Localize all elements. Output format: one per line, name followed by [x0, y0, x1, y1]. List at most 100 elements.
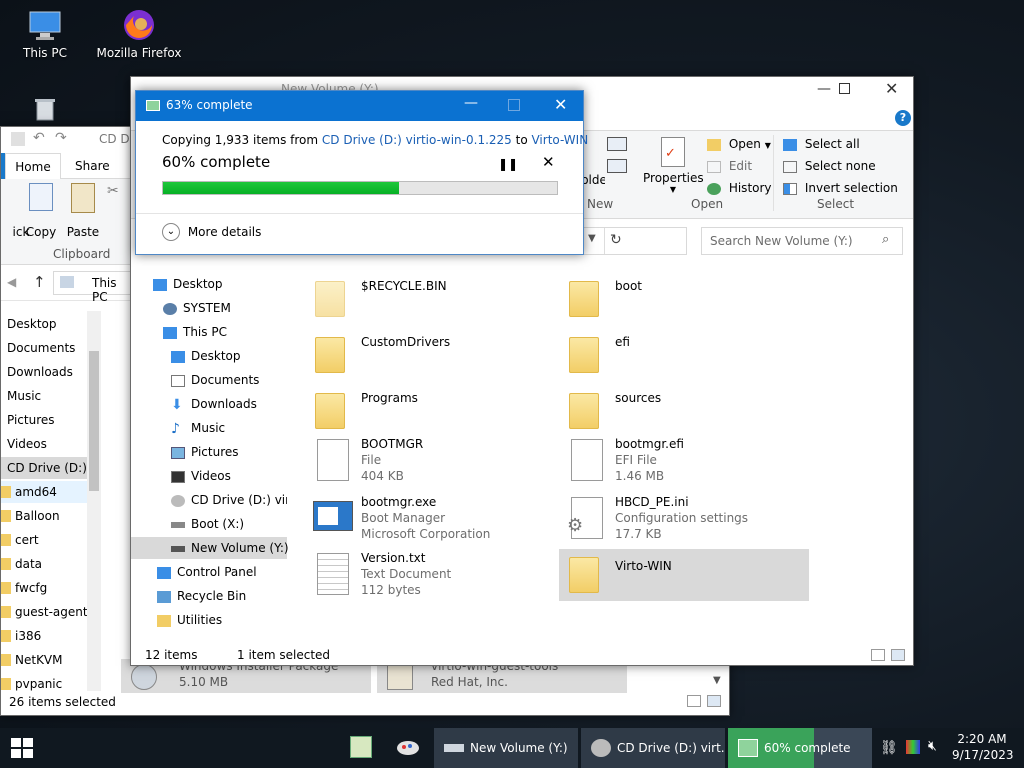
maximize-button[interactable]: [839, 83, 850, 94]
recycle-bin-icon[interactable]: [32, 96, 58, 122]
nav-item-system[interactable]: SYSTEM: [163, 297, 231, 319]
copy-progress-dialog[interactable]: 63% complete — ✕ Copying 1,933 items fro…: [135, 90, 588, 255]
easy-access-icon[interactable]: [607, 159, 627, 173]
nav-item-balloon[interactable]: Balloon: [1, 505, 60, 527]
nav-item-videos[interactable]: Videos: [7, 433, 47, 455]
nav-item-desktop[interactable]: Desktop: [171, 345, 241, 367]
help-icon[interactable]: ?: [895, 110, 911, 126]
search-box[interactable]: Search New Volume (Y:) ⌕: [701, 227, 903, 255]
network-icon[interactable]: ⛓: [880, 740, 898, 756]
nav-item-new-volume[interactable]: New Volume (Y:): [131, 537, 289, 559]
nav-item-pvpanic[interactable]: pvpanic: [1, 673, 62, 691]
paste-button[interactable]: Paste: [65, 183, 101, 239]
nav-item-videos[interactable]: Videos: [171, 465, 231, 487]
new-item-icon[interactable]: [607, 137, 627, 151]
minimize-button[interactable]: —: [817, 81, 831, 97]
nav-item-boot[interactable]: Boot (X:): [171, 513, 244, 535]
file-tile[interactable]: ⚙ HBCD_PE.ini Configuration settings 17.…: [565, 491, 805, 547]
destination-link[interactable]: Virto-WIN: [531, 133, 588, 147]
nav-item-utilities[interactable]: Utilities: [157, 609, 222, 631]
nav-item-control-panel[interactable]: Control Panel: [157, 561, 257, 583]
system-clock[interactable]: 2:20 AM 9/17/2023: [952, 731, 1014, 763]
nav-item-documents[interactable]: Documents: [7, 337, 75, 359]
tab-home[interactable]: Home: [5, 153, 61, 180]
taskbar-button-cd-drive[interactable]: CD Drive (D:) virt...: [581, 728, 725, 768]
nav-item-i386[interactable]: i386: [1, 625, 41, 647]
address-bar[interactable]: This PC: [53, 271, 133, 304]
source-link[interactable]: CD Drive (D:) virtio-win-0.1.225: [322, 133, 512, 147]
nav-item-documents[interactable]: Documents: [171, 369, 259, 391]
cut-icon[interactable]: ✂: [107, 183, 119, 199]
nav-item-desktop[interactable]: Desktop: [7, 313, 57, 335]
file-tile[interactable]: CustomDrivers: [311, 329, 551, 381]
up-arrow-icon[interactable]: ↑: [33, 273, 46, 291]
details-view-icon[interactable]: [687, 695, 701, 707]
undo-icon[interactable]: ↶: [33, 130, 45, 146]
select-none-button[interactable]: Select none: [783, 159, 876, 173]
invert-selection-button[interactable]: Invert selection: [783, 181, 898, 195]
volume-muted-icon[interactable]: 🔇︎: [928, 738, 937, 754]
nav-item-cd-drive[interactable]: CD Drive (D:) v: [1, 457, 98, 479]
back-arrow-icon[interactable]: ◀: [7, 275, 16, 289]
quick-access-icon[interactable]: [11, 132, 25, 146]
search-icon[interactable]: ⌕: [882, 232, 889, 247]
nav-item-desktop-root[interactable]: Desktop: [153, 273, 223, 295]
file-tile-selected[interactable]: Virto-WIN: [559, 549, 809, 601]
copy-button[interactable]: Copy: [23, 183, 59, 239]
nav-scrollbar[interactable]: [87, 311, 101, 691]
cancel-button[interactable]: ✕: [542, 153, 555, 171]
nav-item-netkvm[interactable]: NetKVM: [1, 649, 63, 671]
close-button[interactable]: ✕: [885, 79, 898, 98]
file-tile[interactable]: boot: [565, 273, 805, 325]
properties-button[interactable]: ✓ Properties ▼: [643, 137, 704, 194]
nav-item-downloads[interactable]: Downloads: [7, 361, 73, 383]
select-all-button[interactable]: Select all: [783, 137, 860, 151]
file-tile[interactable]: $RECYCLE.BIN: [311, 273, 551, 325]
nav-item-cert[interactable]: cert: [1, 529, 39, 551]
taskbar-button-new-volume[interactable]: New Volume (Y:): [434, 728, 578, 768]
file-tile[interactable]: Version.txt Text Document 112 bytes: [311, 547, 551, 603]
edit-button[interactable]: Edit: [707, 159, 752, 173]
history-button[interactable]: History: [707, 181, 772, 195]
notepad-taskbar-icon[interactable]: [350, 736, 372, 758]
nav-item-recycle-bin[interactable]: Recycle Bin: [157, 585, 246, 607]
nav-item-data[interactable]: data: [1, 553, 42, 575]
nav-item-cd-drive[interactable]: CD Drive (D:) virtio: [171, 489, 287, 511]
paint-taskbar-icon[interactable]: [396, 738, 422, 758]
close-button[interactable]: ✕: [554, 95, 567, 114]
search-input[interactable]: Search New Volume (Y:): [710, 234, 853, 248]
nav-item-pictures[interactable]: Pictures: [7, 409, 55, 431]
tiles-view-icon[interactable]: [891, 649, 905, 661]
nav-item-fwcfg[interactable]: fwcfg: [1, 577, 47, 599]
tiles-view-icon[interactable]: [707, 695, 721, 707]
nav-item-music[interactable]: ♪ Music: [171, 417, 225, 439]
redo-icon[interactable]: ↷: [55, 130, 67, 146]
file-tile[interactable]: BOOTMGR File 404 KB: [311, 433, 551, 489]
file-tile[interactable]: bootmgr.exe Boot Manager Microsoft Corpo…: [311, 491, 551, 547]
more-details-toggle[interactable]: ⌄ More details: [162, 223, 261, 241]
taskbar-button-copy-progress[interactable]: 60% complete: [728, 728, 872, 768]
pause-button[interactable]: ❚❚: [498, 157, 518, 171]
nav-item-this-pc[interactable]: This PC: [163, 321, 227, 343]
nav-item-music[interactable]: Music: [7, 385, 41, 407]
tab-share[interactable]: Share: [75, 153, 110, 179]
desktop-icon-firefox[interactable]: Mozilla Firefox: [94, 8, 184, 60]
file-tile[interactable]: efi: [565, 329, 805, 381]
start-button[interactable]: [10, 737, 34, 759]
open-button[interactable]: Open ▼: [707, 137, 771, 151]
address-dropdown-icon[interactable]: ▼: [588, 233, 596, 244]
refresh-icon[interactable]: ↻: [610, 232, 622, 248]
file-tile[interactable]: sources: [565, 385, 805, 437]
display-icon[interactable]: [906, 740, 920, 754]
nav-item-guest-agent[interactable]: guest-agent: [1, 601, 88, 623]
nav-item-pictures[interactable]: Pictures: [171, 441, 239, 463]
nav-item-amd64[interactable]: amd64: [1, 481, 87, 503]
desktop-icon-this-pc[interactable]: This PC: [0, 8, 90, 60]
details-view-icon[interactable]: [871, 649, 885, 661]
nav-item-downloads[interactable]: ⬇ Downloads: [171, 393, 257, 415]
scroll-thumb[interactable]: [89, 351, 99, 491]
file-tile[interactable]: Programs: [311, 385, 551, 437]
address-bar[interactable]: ▼ ↻: [583, 227, 687, 255]
scroll-down-icon[interactable]: ▼: [713, 675, 721, 686]
file-tile[interactable]: bootmgr.efi EFI File 1.46 MB: [565, 433, 805, 489]
